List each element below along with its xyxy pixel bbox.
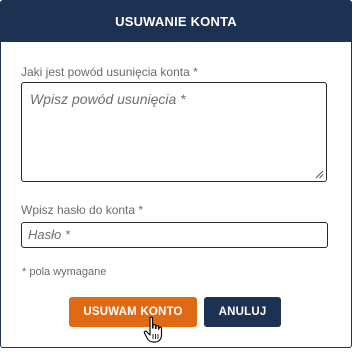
confirm-delete-button[interactable]: USUWAM KONTO [69, 297, 197, 327]
resize-grip-icon[interactable] [315, 170, 324, 179]
reason-label: Jaki jest powód usunięcia konta * [21, 65, 198, 79]
cancel-label: ANULUJ [218, 306, 267, 318]
required-fields-note: * pola wymagane [22, 266, 107, 278]
delete-account-dialog: USUWANIE KONTA Jaki jest powód usunięcia… [0, 0, 352, 348]
cancel-button[interactable]: ANULUJ [204, 297, 281, 327]
dialog-title: USUWANIE KONTA [115, 14, 237, 29]
password-input[interactable]: Hasło * [21, 222, 328, 248]
hand-pointer-icon [143, 316, 163, 343]
confirm-delete-label: USUWAM KONTO [83, 306, 183, 318]
password-label: Wpisz hasło do konta * [21, 203, 144, 217]
dialog-header: USUWANIE KONTA [1, 1, 351, 42]
reason-placeholder: Wpisz powód usunięcia * [30, 91, 186, 107]
password-placeholder: Hasło * [28, 227, 70, 242]
reason-textarea[interactable]: Wpisz powód usunięcia * [21, 82, 327, 182]
